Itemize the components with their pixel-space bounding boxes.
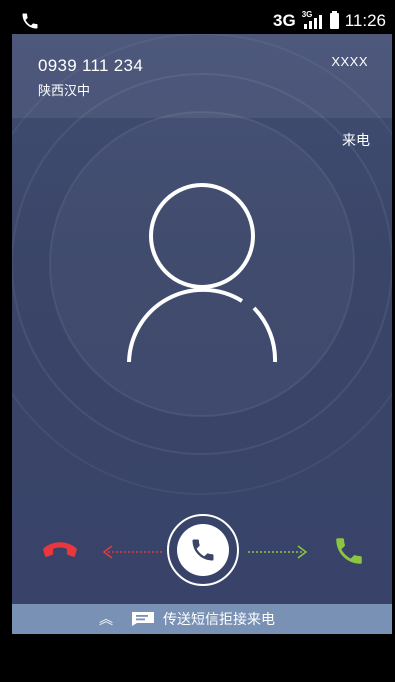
contact-avatar-icon — [127, 183, 278, 363]
incoming-call-panel: 0939 111 234 陕西汉中 XXXX 来电 — [12, 34, 392, 604]
status-bar: 3G 3G 11:26 — [12, 8, 392, 34]
call-status: 来电 — [342, 132, 370, 148]
decline-swipe-arrow — [102, 545, 162, 559]
caller-number: 0939 111 234 — [38, 56, 144, 75]
clock: 11:26 — [344, 11, 386, 30]
caller-info-band — [12, 34, 392, 118]
reject-with-sms-bar[interactable]: ︽ 传送短信拒接来电 — [12, 604, 392, 634]
signal-icon: 3G — [302, 10, 324, 31]
phone-icon — [192, 539, 214, 561]
bottom-bezel — [12, 634, 392, 674]
hangup-icon[interactable] — [40, 536, 80, 560]
sim-label: XXXX — [331, 54, 368, 69]
reject-with-sms-label: 传送短信拒接来电 — [163, 611, 275, 627]
network-type: 3G — [273, 11, 296, 30]
status-indicators: 3G 3G 11:26 — [273, 10, 386, 32]
phone-answer-icon[interactable] — [328, 534, 370, 568]
accept-swipe-arrow — [248, 545, 308, 559]
call-in-progress-icon — [22, 13, 38, 29]
message-icon — [132, 612, 154, 626]
chevron-up-icon: ︽ — [99, 611, 113, 627]
battery-icon — [329, 11, 339, 29]
phone-screen: 3G 3G 11:26 0939 111 234 陕西汉中 XXXX 来电 ︽ … — [12, 8, 392, 674]
caller-location: 陕西汉中 — [38, 83, 91, 98]
answer-slider-handle[interactable] — [167, 514, 239, 586]
